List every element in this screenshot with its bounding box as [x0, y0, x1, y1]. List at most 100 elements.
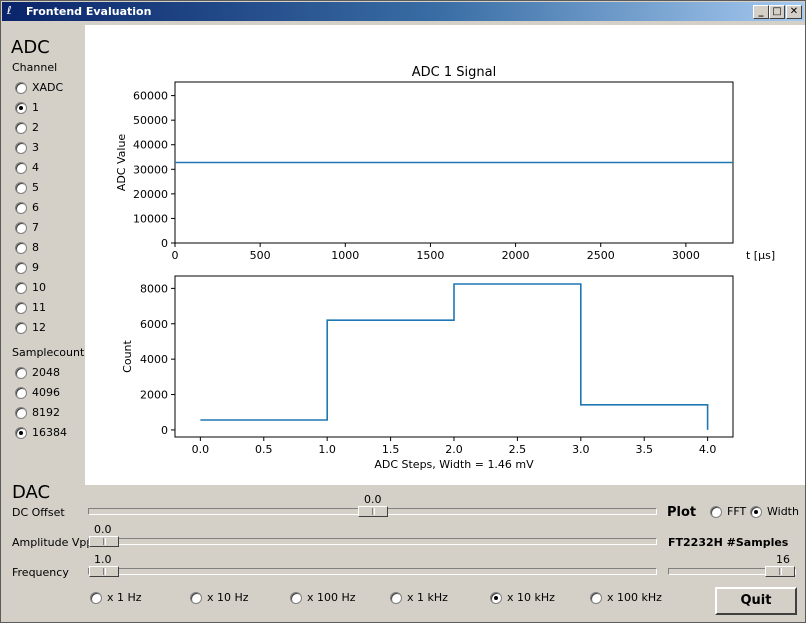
amplitude-slider-thumb[interactable]: [89, 536, 119, 547]
app-feather-icon: ℓ: [7, 4, 12, 17]
multiplier-x-10-hz-radio[interactable]: [190, 592, 202, 604]
multiplier-x-100-hz-radio[interactable]: [290, 592, 302, 604]
samplecount-4096-label[interactable]: 4096: [32, 386, 60, 399]
channel-5-radio[interactable]: [15, 182, 27, 194]
chart1-ytick-label: 0: [161, 237, 168, 250]
dc-offset-slider[interactable]: [88, 506, 657, 517]
chart1-ytick-label: 40000: [133, 139, 168, 152]
samplecount-4096-radio[interactable]: [15, 387, 27, 399]
chart2-xlabel: ADC Steps, Width = 1.46 mV: [374, 458, 534, 471]
plot-mode-width-label[interactable]: Width: [767, 505, 799, 518]
multiplier-x-1-hz-label[interactable]: x 1 Hz: [107, 591, 142, 604]
dc-offset-slider-thumb[interactable]: [358, 506, 388, 517]
chart2-ytick-label: 8000: [140, 282, 168, 295]
main-window: ℓ Frontend Evaluation _ □ ✕ ADC Channel …: [0, 0, 806, 623]
channel-12-radio[interactable]: [15, 322, 27, 334]
channel-xadc-label[interactable]: XADC: [32, 81, 63, 94]
chart1-xtick-label: 2000: [502, 249, 530, 262]
channel-7-label[interactable]: 7: [32, 221, 39, 234]
channel-7-radio[interactable]: [15, 222, 27, 234]
chart1-ytick-label: 20000: [133, 188, 168, 201]
chart2-xtick-label: 2.5: [509, 443, 526, 456]
channel-2-radio[interactable]: [15, 122, 27, 134]
plot-figure: ADC 1 Signal0 500 1000 1500 2000 2500 30000100…: [115, 65, 775, 471]
chart1-xtick-label: 2500: [587, 249, 615, 262]
channel-11-radio[interactable]: [15, 302, 27, 314]
frequency-slider[interactable]: [88, 566, 657, 577]
multiplier-x-10-hz-label[interactable]: x 10 Hz: [207, 591, 249, 604]
channel-8-label[interactable]: 8: [32, 241, 39, 254]
channel-1-radio[interactable]: [15, 102, 27, 114]
chart2-ytick-label: 0: [161, 424, 168, 437]
amplitude-slider[interactable]: [88, 536, 657, 547]
channel-4-radio[interactable]: [15, 162, 27, 174]
channel-8-radio[interactable]: [15, 242, 27, 254]
multiplier-x-1-khz-label[interactable]: x 1 kHz: [407, 591, 448, 604]
title-bar[interactable]: ℓ Frontend Evaluation _ □ ✕: [2, 2, 804, 21]
multiplier-x-100-hz-label[interactable]: x 100 Hz: [307, 591, 356, 604]
samples-label: FT2232H #Samples: [668, 536, 789, 549]
multiplier-x-100-khz-radio[interactable]: [590, 592, 602, 604]
multiplier-x-1-khz-radio[interactable]: [390, 592, 402, 604]
minimize-button[interactable]: _: [753, 5, 769, 19]
samplecount-16384-label[interactable]: 16384: [32, 426, 67, 439]
chart1-ylabel: ADC Value: [115, 134, 128, 192]
multiplier-x-10-khz-label[interactable]: x 10 kHz: [507, 591, 555, 604]
chart2-xtick-label: 1.5: [382, 443, 400, 456]
multiplier-x-10-khz-radio[interactable]: [490, 592, 502, 604]
dc-offset-value: 0.0: [364, 493, 382, 506]
chart2-ytick-label: 4000: [140, 353, 168, 366]
channel-3-label[interactable]: 3: [32, 141, 39, 154]
channel-6-label[interactable]: 6: [32, 201, 39, 214]
samplecount-2048-radio[interactable]: [15, 367, 27, 379]
channel-6-radio[interactable]: [15, 202, 27, 214]
chart1-xtick-label: 1000: [331, 249, 359, 262]
quit-button[interactable]: Quit: [715, 587, 797, 615]
channel-9-label[interactable]: 9: [32, 261, 39, 274]
multiplier-x-1-hz-radio[interactable]: [90, 592, 102, 604]
chart1-xlabel: t [μs]: [746, 249, 775, 262]
channel-3-radio[interactable]: [15, 142, 27, 154]
samples-slider-thumb[interactable]: [765, 566, 795, 577]
plot-mode-fft-radio[interactable]: [710, 506, 722, 518]
channel-xadc-radio[interactable]: [15, 82, 27, 94]
maximize-button[interactable]: □: [769, 5, 785, 19]
samples-slider[interactable]: [668, 566, 796, 577]
chart2-xtick-label: 0.0: [192, 443, 210, 456]
channel-11-label[interactable]: 11: [32, 301, 46, 314]
channel-5-label[interactable]: 5: [32, 181, 39, 194]
samplecount-16384-radio[interactable]: [15, 427, 27, 439]
channel-4-label[interactable]: 4: [32, 161, 39, 174]
frequency-label: Frequency: [12, 566, 69, 579]
channel-10-label[interactable]: 10: [32, 281, 46, 294]
samplecount-2048-label[interactable]: 2048: [32, 366, 60, 379]
chart1-xtick-label: 3000: [672, 249, 700, 262]
multiplier-x-100-khz-label[interactable]: x 100 kHz: [607, 591, 662, 604]
chart1-xtick-label: 1500: [416, 249, 444, 262]
chart2-ylabel: Count: [121, 339, 134, 372]
adc-heading: ADC: [11, 37, 50, 58]
channel-2-label[interactable]: 2: [32, 121, 39, 134]
plot-mode-width-radio[interactable]: [750, 506, 762, 518]
samplecount-8192-label[interactable]: 8192: [32, 406, 60, 419]
samplecount-8192-radio[interactable]: [15, 407, 27, 419]
plot-mode-fft-label[interactable]: FFT: [727, 505, 746, 518]
close-button[interactable]: ✕: [786, 5, 802, 19]
chart2-xtick-label: 3.5: [635, 443, 653, 456]
chart1-title: ADC 1 Signal: [412, 65, 496, 80]
dc-offset-label: DC Offset: [12, 506, 65, 519]
channel-10-radio[interactable]: [15, 282, 27, 294]
chart2-ytick-label: 6000: [140, 318, 168, 331]
samplecount-label: Samplecount: [12, 346, 85, 359]
chart1-xtick-label: 0: [172, 249, 179, 262]
channel-1-label[interactable]: 1: [32, 101, 39, 114]
chart1-ytick-label: 30000: [133, 163, 168, 176]
frequency-slider-thumb[interactable]: [89, 566, 119, 577]
amplitude-value: 0.0: [94, 523, 112, 536]
amplitude-label: Amplitude Vpp: [12, 536, 94, 549]
channel-9-radio[interactable]: [15, 262, 27, 274]
chart1-ytick-label: 10000: [133, 212, 168, 225]
channel-12-label[interactable]: 12: [32, 321, 46, 334]
chart2-xtick-label: 4.0: [699, 443, 717, 456]
chart1-ytick-label: 50000: [133, 114, 168, 127]
